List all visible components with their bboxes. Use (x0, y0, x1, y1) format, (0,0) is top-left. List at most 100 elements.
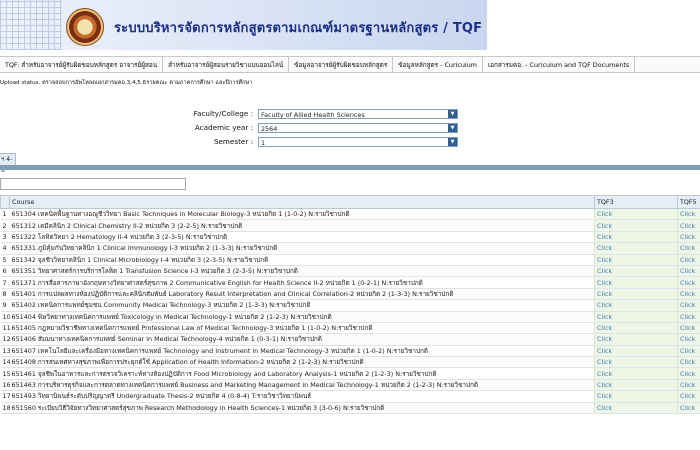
course-cell: 651401 การแปลผลทางห้องปฏิบัติการและคลินิ… (9, 288, 595, 301)
course-cell: 651312 เคมีคลินิก 2 Clinical Chemistry I… (9, 219, 595, 232)
table-row: 17651493 วิทยานิพนธ์ระดับปริญญาตรี Under… (0, 390, 700, 403)
faculty-label: Faculty/College : (193, 109, 253, 118)
table-row: 9 651402 เทคนิคการแพทย์ชุมชน Community Me… (0, 299, 700, 312)
table-row: 3 651322 โลหิตวิทยา 2 Hematology II-4 หน่… (0, 231, 700, 244)
university-logo (66, 8, 104, 46)
col-no-header (0, 195, 10, 209)
tqf5-click-link[interactable]: Click (677, 367, 700, 380)
row-number: 16 (0, 379, 10, 392)
upload-status-text: Upload status. ตรวจสอบการอัพโหลดเอกสารมค… (0, 80, 253, 86)
tqf5-click-link[interactable]: Click (677, 356, 700, 369)
course-cell: 651560 ระเบียบวิธีวิจัยทางวิทยาศาสตร์สุข… (9, 402, 595, 415)
chevron-down-icon: ▼ (448, 138, 457, 146)
course-cell: 651331 ภูมิคุ้มกันวิทยาคลินิก 1 Clinical… (9, 242, 595, 255)
table-row: 18651560 ระเบียบวิธีวิจัยทางวิทยาศาสตร์ส… (0, 402, 700, 415)
tqf3-click-link[interactable]: Click (594, 356, 678, 369)
course-cell: 651404 พิษวิทยาทางเทคนิคการแพทย์ Toxicol… (9, 311, 595, 323)
row-number: 4 (0, 242, 10, 255)
course-cell: 651406 สัมมนาทางเทคนิคการแพทย์ Seminar i… (9, 333, 595, 346)
tqf3-click-link[interactable]: Click (594, 276, 678, 289)
course-cell: 651371 การสื่อสารภาษาอังกฤษทางวิทยาศาสตร… (9, 276, 595, 289)
table-row: 11651405 กฎหมายวิชาชีพทางเทคนิคการแพทย์ … (0, 322, 700, 335)
tqf3-click-link[interactable]: Click (594, 390, 678, 403)
course-cell: 651322 โลหิตวิทยา 2 Hematology II-4 หน่ว… (9, 231, 595, 244)
row-number: 6 (0, 265, 10, 278)
col-course-header[interactable]: Course (9, 195, 595, 209)
course-cell: 651407 เทคโนโลยีและเครื่องมือทางเทคนิคกา… (9, 345, 595, 358)
chevron-down-icon: ▼ (448, 110, 457, 118)
tqf3-click-link[interactable]: Click (594, 242, 678, 255)
table-row: 14651408 การสนเทศทางสุขภาพเพื่อการประยุก… (0, 356, 700, 369)
tqf5-click-link[interactable]: Click (677, 276, 700, 289)
year-value: 2564 (261, 125, 278, 133)
table-row: 12651406 สัมมนาทางเทคนิคการแพทย์ Seminar… (0, 333, 700, 346)
tqf3-click-link[interactable]: Click (594, 231, 678, 244)
tqf3-click-link[interactable]: Click (594, 402, 678, 415)
course-cell: 651408 การสนเทศทางสุขภาพเพื่อการประยุกต์… (9, 356, 595, 369)
tqf3-click-link[interactable]: Click (594, 322, 678, 335)
tqf3-click-link[interactable]: Click (594, 345, 678, 358)
course-cell: 651463 การบริหารธุรกิจและการตลาดทางเทคนิ… (9, 379, 595, 392)
tqf5-click-link[interactable]: Click (677, 402, 700, 415)
course-cell: 651405 กฎหมายวิชาชีพทางเทคนิคการแพทย์ Pr… (9, 322, 595, 335)
table-row: 7 651371 การสื่อสารภาษาอังกฤษทางวิทยาศาสต… (0, 276, 700, 289)
tqf3-click-link[interactable]: Click (594, 311, 678, 323)
row-number: 15 (0, 367, 10, 380)
tqf5-click-link[interactable]: Click (677, 242, 700, 255)
year-label: Academic year : (194, 123, 253, 132)
academic-year-select[interactable]: 2564 ▼ (258, 123, 458, 133)
nav-item-tqf[interactable]: TQF: สำหรับอาจารย์ผู้รับผิดชอบหลักสูตร อ… (0, 57, 164, 72)
tqf3-click-link[interactable]: Click (594, 367, 678, 380)
row-number: 9 (0, 299, 10, 312)
course-cell: 651342 จุลชีววิทยาคลินิก 1 Clinical Micr… (9, 254, 595, 266)
tqf3-click-link[interactable]: Click (594, 379, 678, 392)
tqf5-click-link[interactable]: Click (677, 208, 700, 221)
semester-value: 1 (261, 139, 266, 147)
row-number: 17 (0, 390, 10, 403)
nav-item-online-teacher[interactable]: สำหรับอาจารย์ผู้สอนรายวิชาแบบออนไลน์ (163, 57, 290, 72)
tqf3-click-link[interactable]: Click (594, 219, 678, 232)
tqf3-click-link[interactable]: Click (594, 265, 678, 278)
tqf5-click-link[interactable]: Click (677, 311, 700, 323)
row-number: 11 (0, 322, 10, 335)
tqf5-click-link[interactable]: Click (677, 379, 700, 392)
table-header: Course TQF3 TQF5 (0, 195, 700, 209)
tqf5-click-link[interactable]: Click (677, 390, 700, 403)
tqf5-click-link[interactable]: Click (677, 299, 700, 312)
semester-select[interactable]: 1 ▼ (258, 137, 458, 147)
tqf3-click-link[interactable]: Click (594, 333, 678, 346)
table-row: 16651463 การบริหารธุรกิจและการตลาดทางเทค… (0, 379, 700, 392)
search-input[interactable] (0, 178, 186, 190)
faculty-select[interactable]: Faculty of Allied Health Sciences ▼ (258, 109, 458, 119)
tqf5-click-link[interactable]: Click (677, 254, 700, 266)
col-tqf3-header[interactable]: TQF3 (594, 195, 678, 209)
tqf3-click-link[interactable]: Click (594, 208, 678, 221)
course-cell: 651461 จุลชีพในอาหารและการตรวจวิเคราะห์ท… (9, 367, 595, 380)
banner-graphic (0, 0, 62, 50)
table-row: 6 651351 วิทยาศาสตร์การบริการโลหิต 1 Tran… (0, 265, 700, 278)
section-divider (0, 165, 700, 170)
chevron-down-icon: ▼ (448, 124, 457, 132)
tqf3-click-link[interactable]: Click (594, 254, 678, 266)
nav-item-responsible-teachers[interactable]: ข้อมูลอาจารย์ผู้รับผิดชอบหลักสูตร (289, 57, 394, 72)
tqf5-click-link[interactable]: Click (677, 345, 700, 358)
tqf5-click-link[interactable]: Click (677, 231, 700, 244)
tqf5-click-link[interactable]: Click (677, 333, 700, 346)
tqf3-click-link[interactable]: Click (594, 299, 678, 312)
col-tqf5-header[interactable]: TQF5 (677, 195, 700, 209)
semester-label: Semester : (213, 137, 253, 146)
course-cell: 651493 วิทยานิพนธ์ระดับปริญญาตรี Undergr… (9, 390, 595, 403)
tqf5-click-link[interactable]: Click (677, 219, 700, 232)
row-number: 18 (0, 402, 10, 415)
row-number: 10 (0, 311, 10, 323)
tqf5-click-link[interactable]: Click (677, 288, 700, 301)
nav-item-tqf-documents[interactable]: เอกสารมคอ. - Curiculum and TQF Documents (483, 57, 636, 72)
row-number: 1 (0, 208, 10, 221)
tqf5-click-link[interactable]: Click (677, 322, 700, 335)
tqf3-click-link[interactable]: Click (594, 288, 678, 301)
table-row: 15651461 จุลชีพในอาหารและการตรวจวิเคราะห… (0, 367, 700, 380)
course-cell: 651402 เทคนิคการแพทย์ชุมชน Community Med… (9, 299, 595, 312)
table-row: 10651404 พิษวิทยาทางเทคนิคการแพทย์ Toxic… (0, 311, 700, 323)
tqf5-click-link[interactable]: Click (677, 265, 700, 278)
nav-item-curriculum[interactable]: ข้อมูลหลักสูตร - Curiculum (393, 57, 483, 72)
